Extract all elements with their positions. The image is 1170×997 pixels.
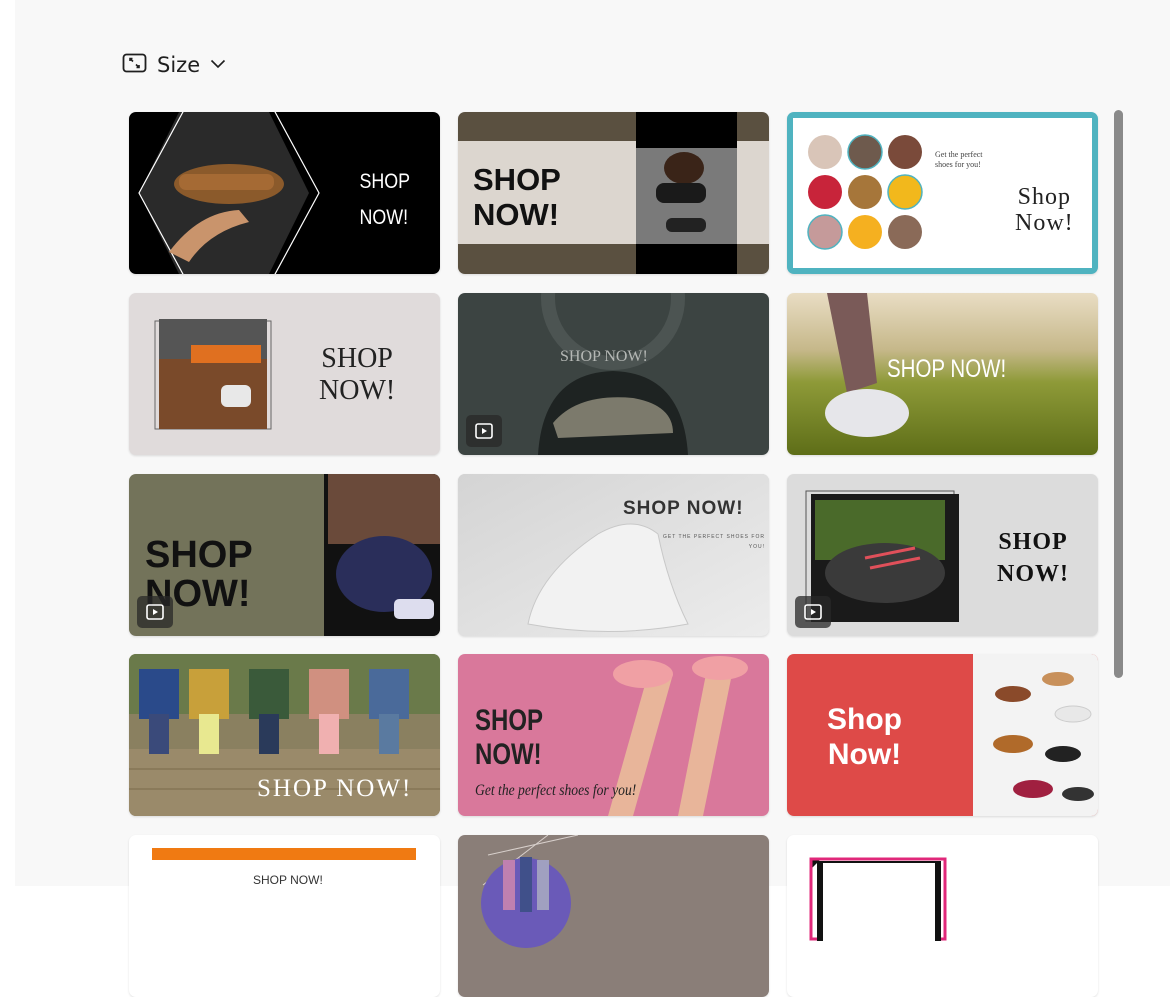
shoe-collection-image: [973, 654, 1098, 816]
template-card[interactable]: SHOP NOW!: [129, 654, 440, 816]
circle-collage-image: [807, 134, 923, 250]
headline: SHOP NOW!: [887, 355, 1007, 383]
headline-line-2: Now!: [1015, 210, 1074, 236]
video-play-icon: [146, 604, 164, 620]
headline-line-1: SHOP: [475, 704, 544, 737]
size-label: Size: [157, 53, 201, 77]
headline: SHOP NOW!: [560, 348, 648, 365]
template-card[interactable]: SHOP NOW!: [129, 835, 440, 997]
template-card[interactable]: SHOP NOW!: [129, 293, 440, 455]
chevron-down-icon: [210, 56, 226, 74]
scrollbar-thumb[interactable]: [1114, 110, 1123, 678]
lacing-photo-image: [324, 474, 440, 636]
tagline: Get the perfect shoes for you!: [475, 782, 637, 799]
headline: SHOP NOW!: [253, 873, 323, 887]
heels-photo-image: [154, 319, 272, 430]
headline-line-2: NOW!: [997, 561, 1069, 587]
video-badge: [137, 596, 173, 628]
template-card[interactable]: SHOP NOW! Get the perfect shoes for you!: [458, 654, 769, 816]
template-card[interactable]: Get the perfect shoes for you! Shop Now!: [787, 112, 1098, 274]
template-card[interactable]: SHOP NOW!: [129, 112, 440, 274]
resize-icon: [122, 53, 147, 78]
headline-line-1: Shop: [827, 703, 902, 736]
template-card[interactable]: Shop Now!: [787, 654, 1098, 816]
template-card[interactable]: SHOP NOW!: [129, 474, 440, 636]
tagline-line-1: GET THE PERFECT SHOES FOR: [663, 534, 765, 540]
headline-line-1: SHOP: [998, 529, 1068, 555]
template-card[interactable]: [458, 835, 769, 997]
size-dropdown-button[interactable]: Size: [122, 50, 226, 80]
headline-line-1: SHOP: [145, 534, 253, 576]
template-card[interactable]: SHOP NOW!: [458, 293, 769, 455]
headline-line-2: NOW!: [359, 206, 409, 229]
framed-photo-image: [809, 857, 947, 943]
template-card[interactable]: SHOP NOW! GET THE PERFECT SHOES FOR YOU!: [458, 474, 769, 636]
headline-line-2: NOW!: [319, 375, 396, 406]
headline-line-1: SHOP: [321, 343, 393, 374]
headline: SHOP NOW!: [257, 775, 413, 802]
orange-bar: [152, 848, 416, 860]
headline-line-2: NOW!: [475, 738, 542, 771]
headline-line-2: Now!: [827, 738, 902, 771]
tagline-line-2: YOU!: [748, 544, 765, 550]
headline-line-1: SHOP: [473, 162, 561, 197]
template-card[interactable]: SHOP NOW!: [458, 112, 769, 274]
sneaker-image: [538, 293, 688, 455]
video-badge: [795, 596, 831, 628]
runner-image: [636, 148, 737, 244]
tagline-line-1: Get the perfect: [935, 150, 983, 159]
video-play-icon: [475, 423, 493, 439]
template-card[interactable]: [787, 835, 1098, 997]
tagline-line-2: shoes for you!: [935, 160, 981, 169]
video-play-icon: [804, 604, 822, 620]
headline-line-1: Shop: [1017, 184, 1071, 210]
template-card[interactable]: SHOP NOW!: [787, 474, 1098, 636]
video-badge: [466, 415, 502, 447]
fabric-circle-image: [481, 835, 579, 948]
headline: SHOP NOW!: [623, 498, 744, 519]
headline-line-2: NOW!: [473, 197, 560, 232]
headline-line-1: SHOP: [359, 170, 411, 193]
template-card[interactable]: SHOP NOW!: [787, 293, 1098, 455]
